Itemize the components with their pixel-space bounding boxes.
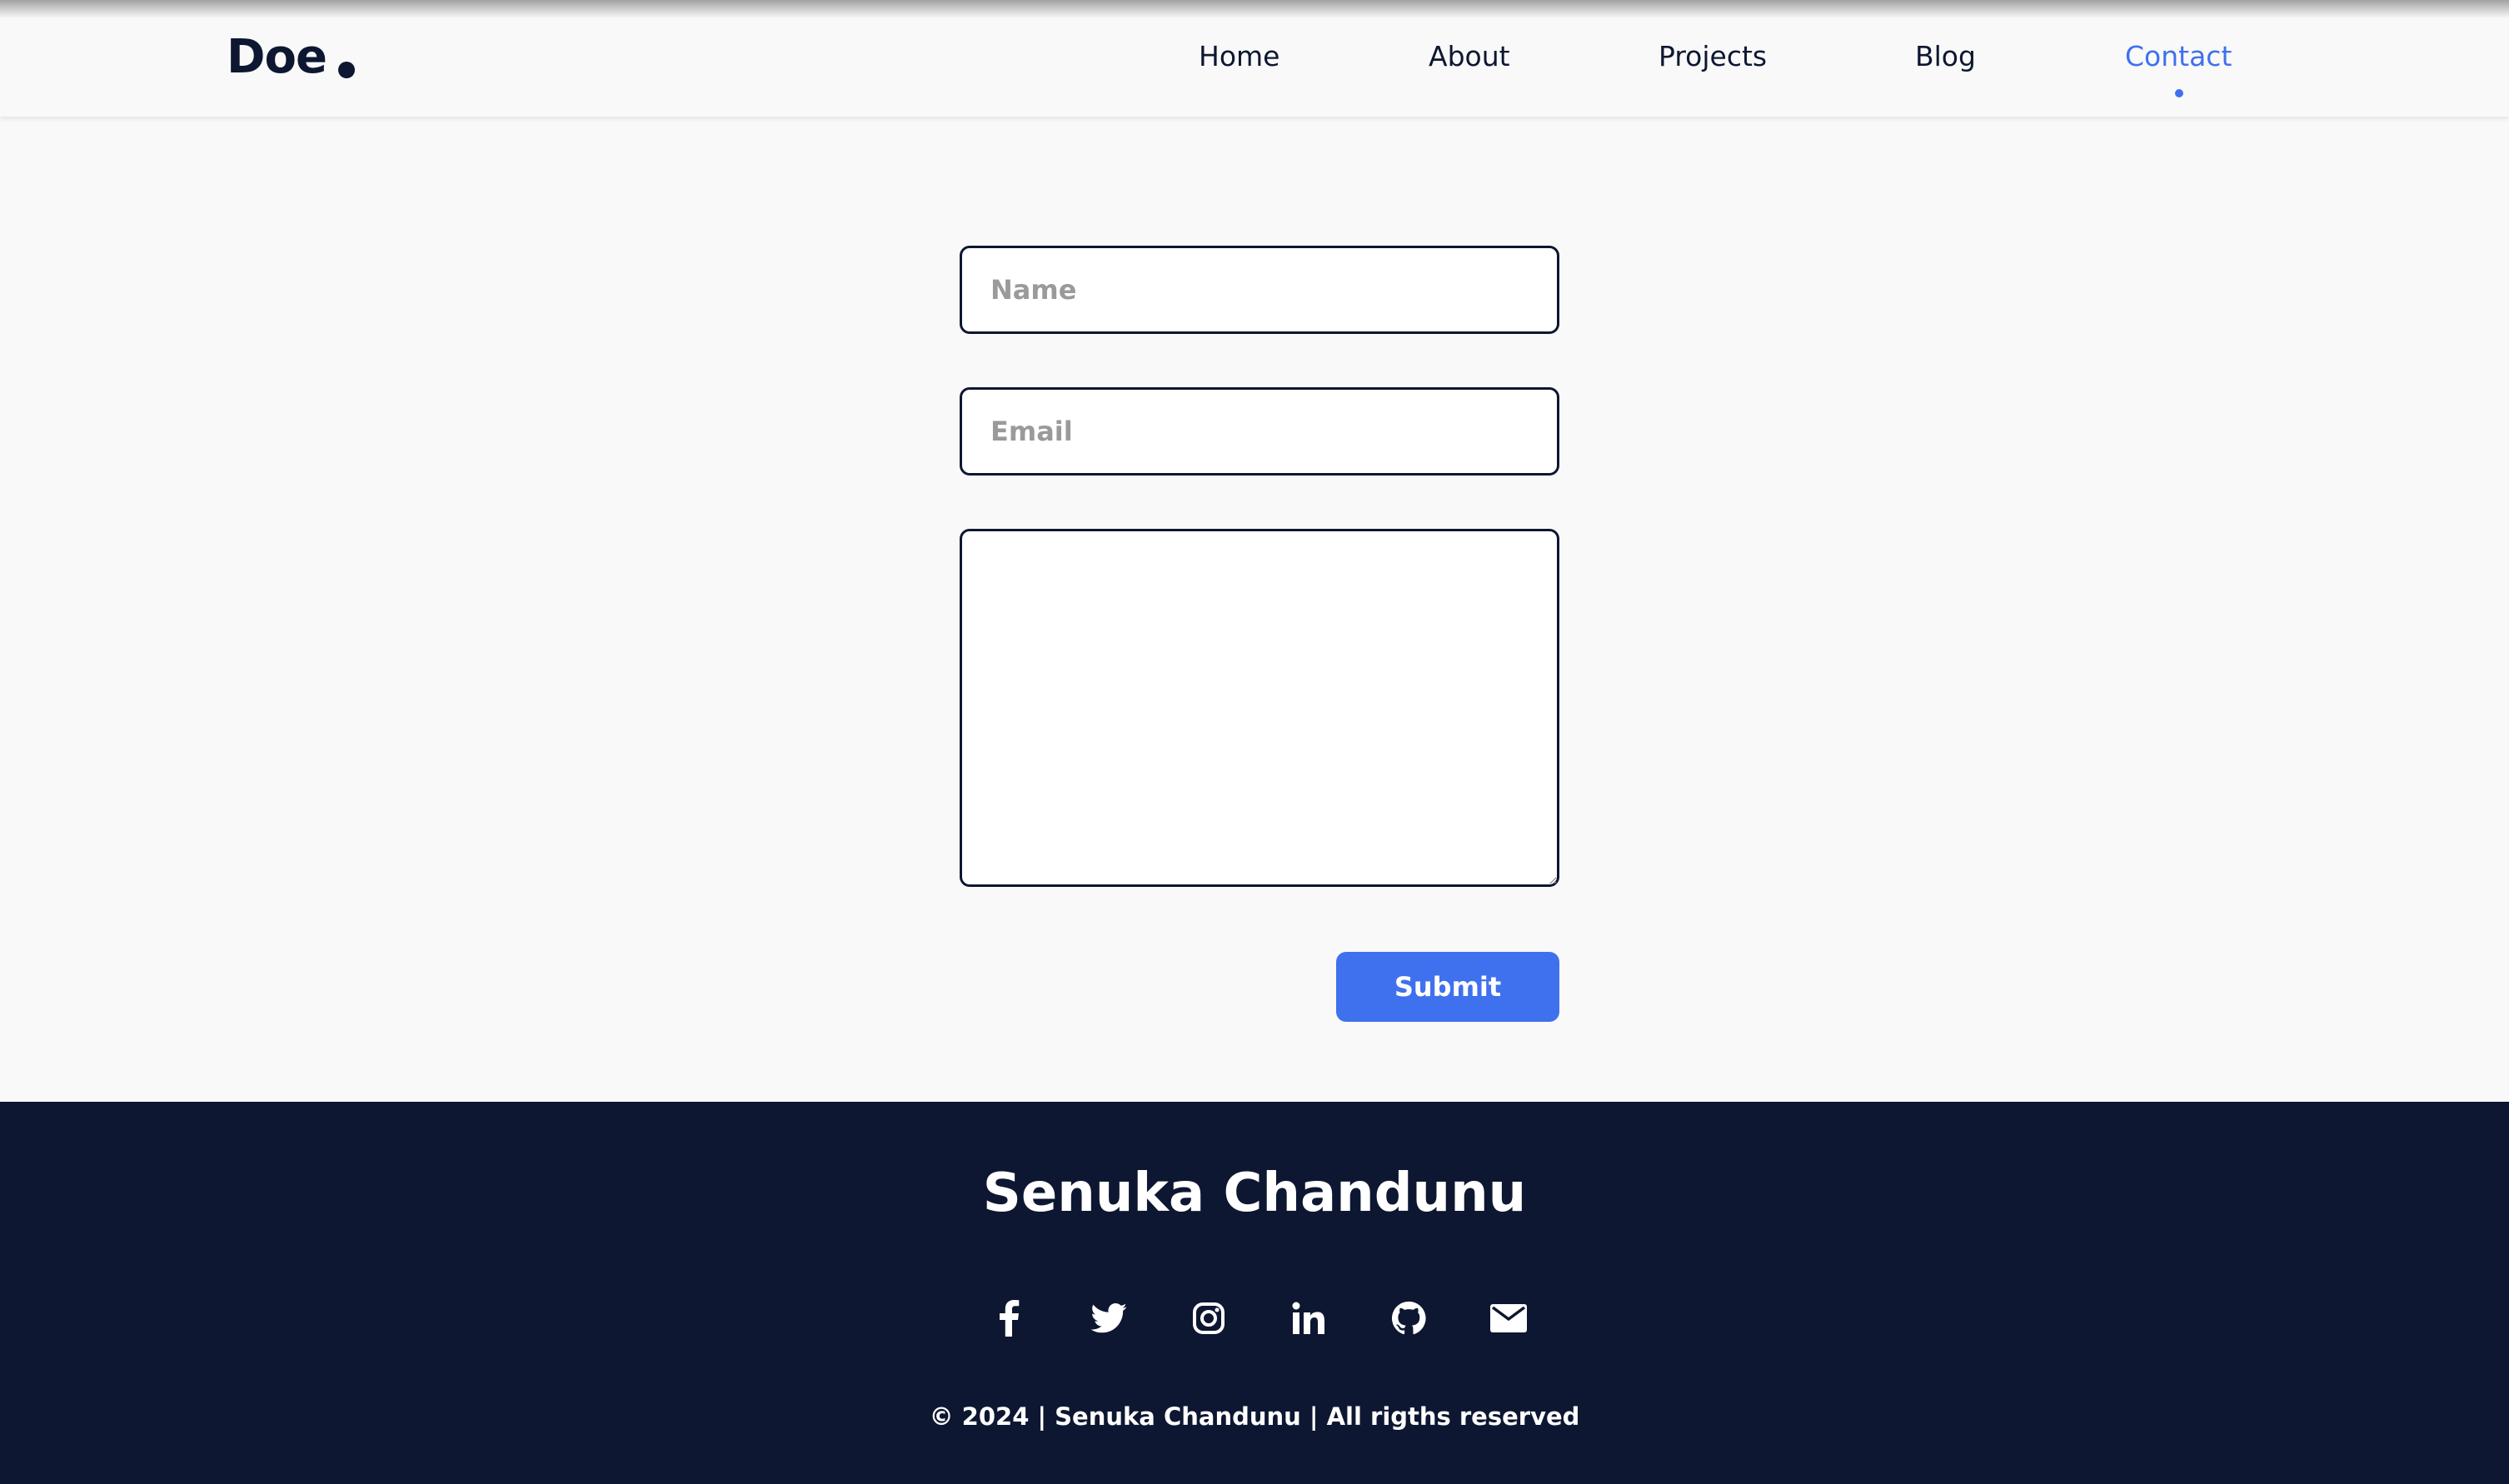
navbar: Doe Home About Projects Blog Contact — [0, 0, 2509, 117]
logo-text: Doe — [227, 30, 327, 84]
copyright-text: © 2024 | Senuka Chandunu | All rigths re… — [929, 1402, 1580, 1431]
name-input[interactable] — [960, 246, 1559, 334]
github-icon[interactable] — [1384, 1293, 1434, 1343]
nav-item-projects[interactable]: Projects — [1659, 38, 1767, 75]
instagram-icon[interactable] — [1184, 1293, 1234, 1343]
logo-dot — [337, 62, 355, 78]
nav-item-blog[interactable]: Blog — [1915, 38, 1976, 75]
footer-name: Senuka Chandunu — [982, 1163, 1527, 1224]
active-indicator-dot — [2175, 89, 2183, 97]
mail-icon[interactable] — [1484, 1293, 1534, 1343]
twitter-icon[interactable] — [1084, 1293, 1134, 1343]
nav-item-contact[interactable]: Contact — [2125, 38, 2232, 75]
footer: Senuka Chandunu © 2024 | Senuka Chandunu… — [0, 1102, 2509, 1484]
email-input[interactable] — [960, 387, 1559, 476]
logo[interactable]: Doe — [227, 32, 355, 83]
nav-item-home[interactable]: Home — [1199, 38, 1279, 75]
message-textarea[interactable] — [960, 529, 1559, 887]
nav-item-about[interactable]: About — [1429, 38, 1510, 75]
facebook-icon[interactable] — [984, 1293, 1034, 1343]
linkedin-icon[interactable] — [1284, 1293, 1334, 1343]
submit-button[interactable]: Submit — [1336, 952, 1559, 1022]
